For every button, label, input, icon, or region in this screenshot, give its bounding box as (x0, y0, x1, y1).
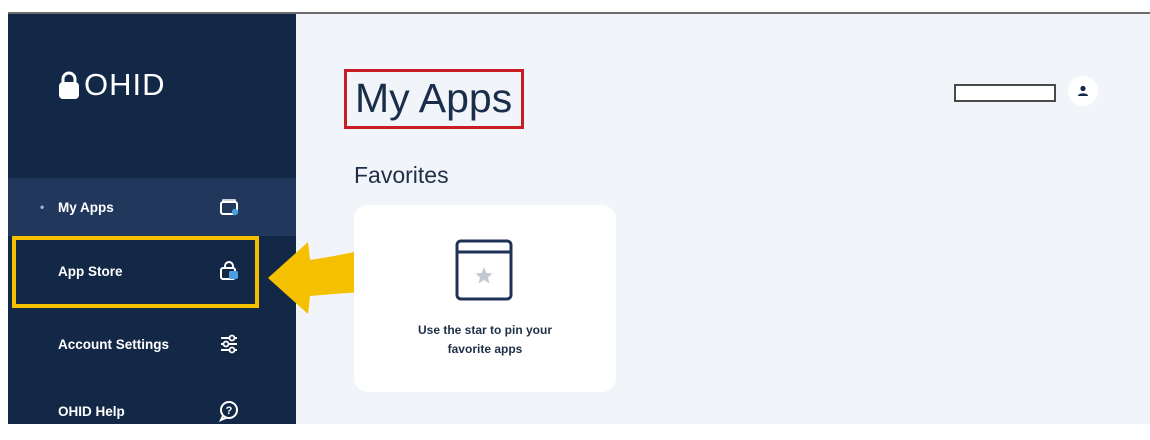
wallet-icon (220, 199, 239, 216)
user-avatar[interactable] (1068, 76, 1098, 106)
user-icon (1078, 85, 1088, 96)
favorites-heading: Favorites (354, 162, 449, 188)
lock-icon (59, 71, 79, 99)
sidebar-item-ohid-help[interactable]: OHID Help ? (8, 382, 296, 440)
favorites-empty-line2: favorite apps (447, 342, 523, 356)
ohid-logo[interactable]: OHID (58, 67, 166, 103)
sidebar-item-account-settings[interactable]: Account Settings (8, 315, 296, 373)
sidebar-item-label: Account Settings (58, 336, 170, 352)
active-bullet: • (40, 200, 45, 214)
app-frame: OHID • My Apps App Store Account Setting… (8, 12, 1150, 424)
help-chat-icon: ? (218, 401, 238, 422)
page-title: My Apps (344, 69, 525, 129)
sidebar-item-label: OHID Help (58, 403, 125, 419)
app-store-highlight-box (12, 236, 259, 308)
favorites-empty-card: Use the star to pin your favorite apps (354, 205, 616, 392)
brand-name: OHID (84, 67, 166, 102)
star-window-icon (455, 239, 513, 301)
svg-text:?: ? (226, 405, 233, 417)
sidebar-item-label: My Apps (58, 199, 114, 215)
user-name-field[interactable] (954, 84, 1056, 102)
sidebar-item-my-apps[interactable]: • My Apps (8, 178, 296, 236)
favorites-empty-line1: Use the star to pin your (417, 323, 553, 337)
sliders-icon (221, 334, 237, 354)
sidebar: OHID • My Apps App Store Account Setting… (8, 14, 296, 424)
